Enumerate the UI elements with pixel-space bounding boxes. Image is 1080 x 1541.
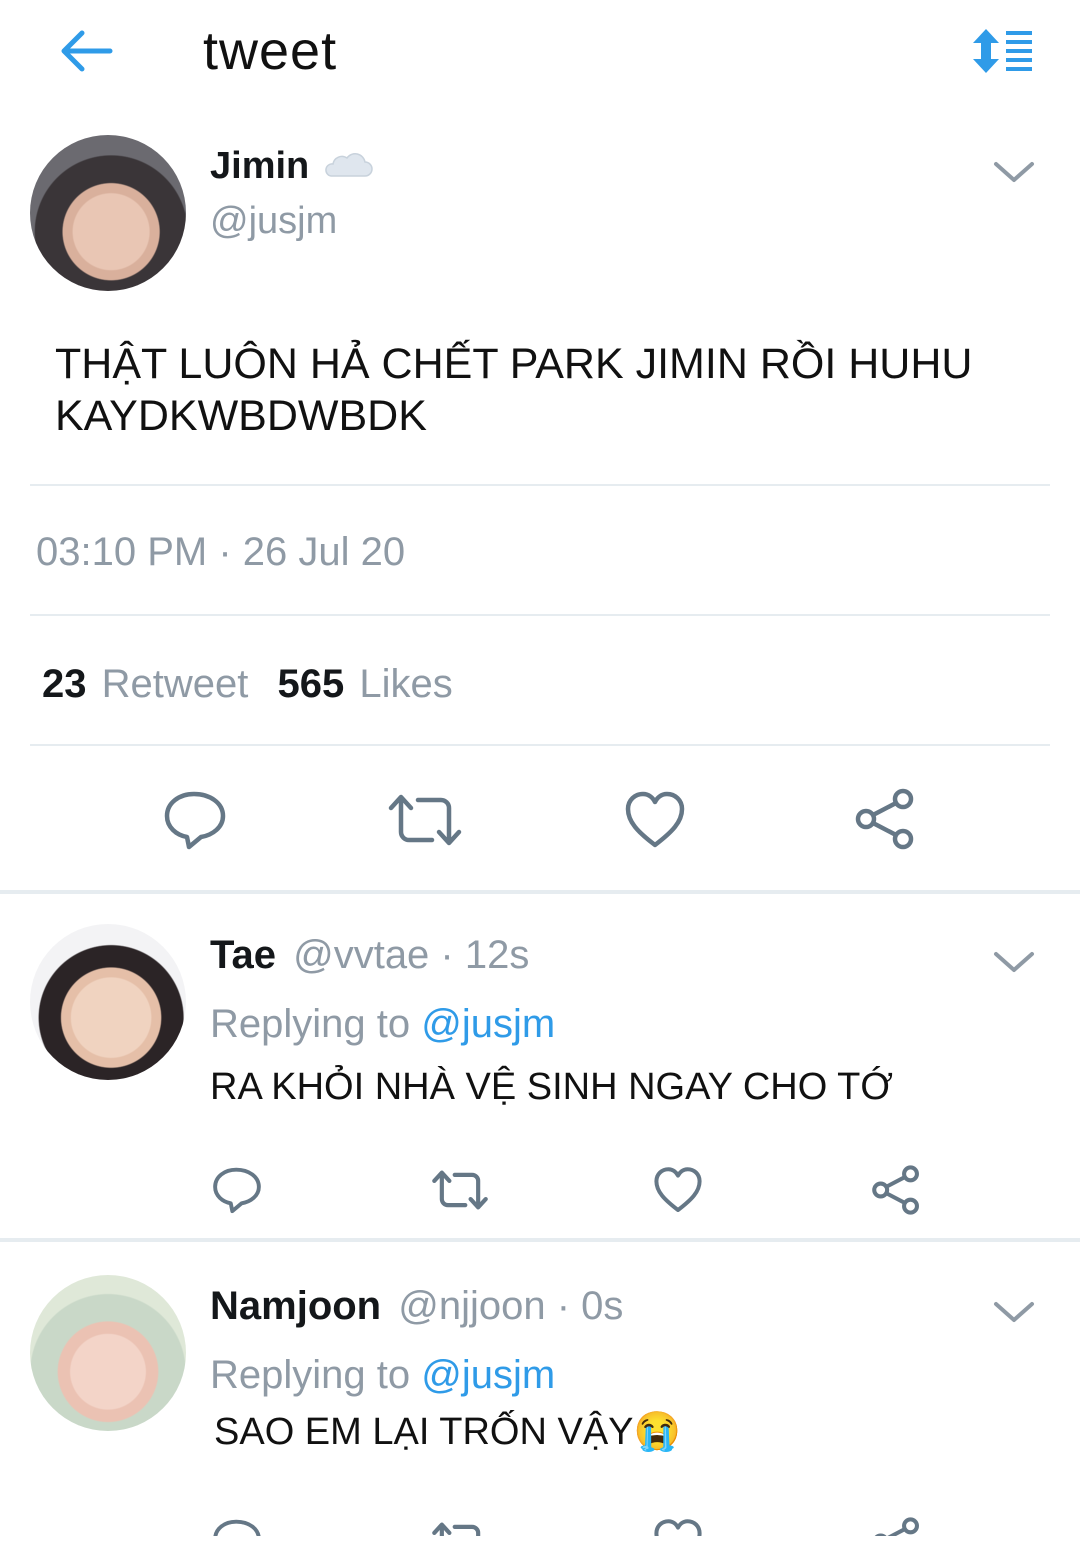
- author-name[interactable]: Jimin: [210, 145, 373, 190]
- reply-header: Tae @vvtae · 12s: [210, 933, 529, 978]
- replying-to-link[interactable]: @jusjm: [421, 1002, 555, 1046]
- avatar[interactable]: [30, 1275, 186, 1431]
- page-title: tweet: [203, 21, 338, 81]
- replying-to: Replying to @jusjm: [210, 1353, 555, 1398]
- replying-to: Replying to @jusjm: [210, 1002, 555, 1047]
- reply-text: SAO EM LẠI TRỐN VẬY😭: [214, 1411, 681, 1453]
- back-arrow-icon[interactable]: [58, 28, 114, 74]
- heart-icon[interactable]: [624, 790, 686, 850]
- reply-meta: @vvtae · 12s: [293, 933, 530, 977]
- likes-label[interactable]: Likes: [359, 662, 452, 706]
- reply-icon[interactable]: [212, 1166, 262, 1214]
- sort-list-icon[interactable]: [970, 28, 1034, 74]
- chevron-down-icon[interactable]: [992, 1298, 1036, 1326]
- retweet-icon[interactable]: [432, 1520, 488, 1536]
- divider: [30, 744, 1050, 746]
- likes-count[interactable]: 565: [278, 662, 345, 706]
- tweet-timestamp: 03:10 PM · 26 Jul 20: [36, 530, 406, 574]
- retweet-label[interactable]: Retweet: [102, 662, 249, 706]
- cloud-icon: [321, 147, 373, 190]
- reply-actions-clipped: [0, 1512, 1080, 1536]
- section-divider: [0, 890, 1080, 894]
- share-icon[interactable]: [854, 788, 916, 850]
- reply-icon[interactable]: [163, 790, 227, 850]
- divider: [30, 614, 1050, 616]
- reply-meta: @njjoon · 0s: [398, 1284, 624, 1328]
- chevron-down-icon[interactable]: [992, 948, 1036, 976]
- tweet-text: THẬT LUÔN HẢ CHẾT PARK JIMIN RỒI HUHU KA…: [55, 340, 973, 440]
- heart-icon[interactable]: [653, 1166, 703, 1214]
- share-icon[interactable]: [871, 1517, 921, 1536]
- avatar[interactable]: [30, 135, 186, 291]
- engagement-stats: 23 Retweet 565 Likes: [42, 662, 453, 707]
- replying-to-link[interactable]: @jusjm: [421, 1353, 555, 1397]
- reply-author-name[interactable]: Namjoon: [210, 1284, 381, 1328]
- retweet-icon[interactable]: [432, 1168, 488, 1212]
- author-handle[interactable]: @jusjm: [210, 200, 337, 243]
- reply-author-name[interactable]: Tae: [210, 933, 276, 977]
- reply-icon[interactable]: [212, 1518, 262, 1536]
- section-divider: [0, 1238, 1080, 1242]
- author-name-text: Jimin: [210, 145, 310, 187]
- chevron-down-icon[interactable]: [992, 158, 1036, 186]
- replying-prefix: Replying to: [210, 1002, 411, 1046]
- divider: [30, 484, 1050, 486]
- heart-icon[interactable]: [653, 1518, 703, 1536]
- share-icon[interactable]: [871, 1165, 921, 1215]
- replying-prefix: Replying to: [210, 1353, 411, 1397]
- retweet-icon[interactable]: [388, 792, 462, 848]
- retweet-count[interactable]: 23: [42, 662, 87, 706]
- reply-text: RA KHỎI NHÀ VỆ SINH NGAY CHO TỚ: [210, 1066, 893, 1108]
- avatar[interactable]: [30, 924, 186, 1080]
- reply-header: Namjoon @njjoon · 0s: [210, 1284, 623, 1329]
